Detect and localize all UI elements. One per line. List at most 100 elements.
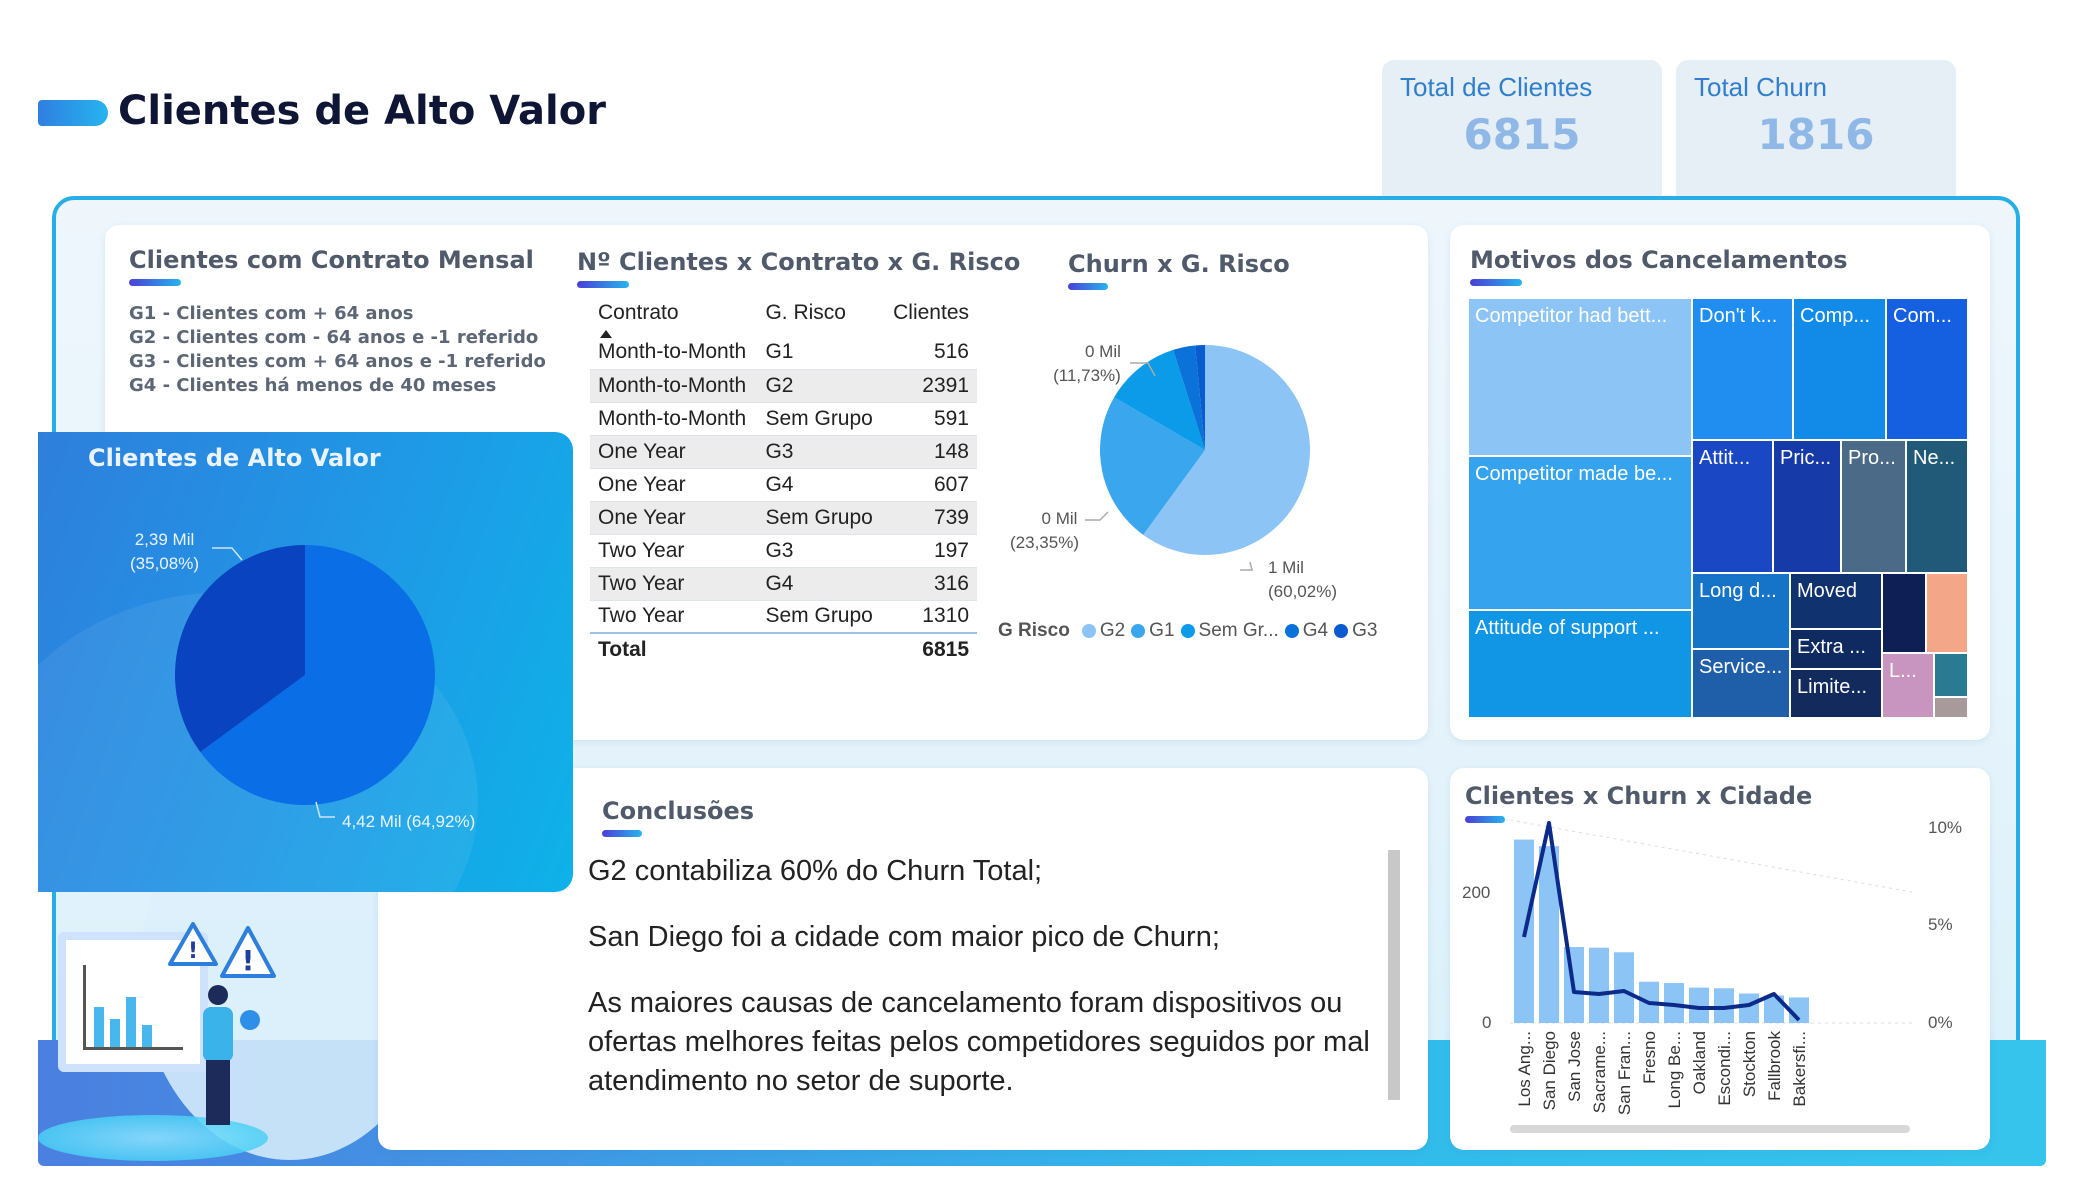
cell-clientes: 591: [883, 402, 977, 436]
city-bar[interactable]: [1589, 947, 1609, 1023]
contract-table: Contrato G. Risco Clientes Month-to-Mont…: [590, 290, 977, 666]
alto-valor-pie[interactable]: [160, 530, 450, 820]
cell-contrato: Two Year: [590, 600, 758, 634]
alto-valor-title: Clientes de Alto Valor: [88, 444, 381, 472]
city-x-label: Los Ang...: [1515, 1031, 1534, 1107]
table-row: Month-to-Month G2 2391: [590, 369, 977, 403]
legend-item-g3[interactable]: G3: [1334, 620, 1378, 642]
cell-grisco: G4: [757, 567, 884, 601]
legend-title: G Risco: [998, 620, 1070, 641]
treemap-cell[interactable]: Pric...: [1773, 440, 1841, 573]
treemap-cell[interactable]: Don't k...: [1692, 298, 1793, 440]
col-grisco-header[interactable]: G. Risco: [757, 290, 883, 336]
title-bar-icon: [38, 100, 108, 126]
alto-label-a-pct: (35,08%): [130, 554, 199, 573]
treemap-cell[interactable]: Limite...: [1790, 669, 1882, 718]
treemap-cell[interactable]: Competitor had bett...: [1468, 298, 1692, 456]
col-contrato-label: Contrato: [598, 301, 679, 324]
motivos-title: Motivos dos Cancelamentos: [1470, 246, 1848, 274]
treemap-cell[interactable]: Comp...: [1793, 298, 1886, 440]
col-clientes-header[interactable]: Clientes: [883, 290, 977, 336]
alto-label-a: 2,39 Mil (35,08%): [130, 528, 199, 576]
treemap-cell[interactable]: Pro...: [1841, 440, 1906, 573]
treemap-cell[interactable]: [1926, 573, 1968, 653]
cell-contrato: One Year: [590, 501, 758, 535]
churn-label-left: 0 Mil (23,35%): [1010, 507, 1079, 555]
legend-item-sem-grupo[interactable]: Sem Gr...: [1180, 620, 1279, 642]
cell-clientes: 516: [883, 336, 977, 370]
churn-label-top-value: 0 Mil: [1085, 342, 1121, 361]
treemap-cell[interactable]: Attit...: [1692, 440, 1773, 573]
table-row: Two Year G3 197: [590, 534, 977, 568]
leader-left: [1085, 511, 1109, 521]
cell-contrato: One Year: [590, 435, 758, 469]
treemap-cell[interactable]: Attitude of support ...: [1468, 610, 1692, 718]
mensal-group-g1: G1 - Clientes com + 64 anos: [129, 303, 414, 324]
cell-contrato: Month-to-Month: [590, 402, 758, 436]
table-row: Two Year Sem Grupo 1310: [590, 600, 977, 634]
city-x-label: San Jose: [1565, 1031, 1584, 1102]
total-empty: [757, 632, 884, 666]
conclusoes-title: Conclusões: [602, 797, 755, 825]
cell-grisco: G3: [757, 435, 884, 469]
treemap-cell[interactable]: Moved: [1790, 573, 1882, 629]
legend-label: G3: [1352, 620, 1378, 641]
cidade-hscrollbar[interactable]: [1510, 1125, 1910, 1133]
city-x-label: San Diego: [1540, 1031, 1559, 1110]
cell-clientes: 197: [883, 534, 977, 568]
col-contrato-header[interactable]: Contrato: [590, 290, 757, 338]
treemap-cell[interactable]: Ne...: [1906, 440, 1968, 573]
treemap-cell[interactable]: [1934, 697, 1968, 718]
leader-a: [212, 547, 243, 561]
treemap-cell[interactable]: L...: [1882, 653, 1934, 718]
churn-risco-accent: [1068, 283, 1108, 290]
mensal-title: Clientes com Contrato Mensal: [129, 246, 534, 274]
treemap-cell[interactable]: Service...: [1692, 649, 1790, 718]
mensal-group-g3: G3 - Clientes com + 64 anos e -1 referid…: [129, 351, 546, 372]
cell-grisco: Sem Grupo: [757, 600, 884, 634]
churn-risco-title: Churn x G. Risco: [1068, 250, 1290, 278]
cidade-combo-chart[interactable]: Los Ang... San Diego San Jose Sacrame... San…: [1510, 820, 1920, 1130]
cell-contrato: One Year: [590, 468, 758, 502]
motivos-treemap: Competitor had bett... Don't k... Comp..…: [1468, 298, 1968, 718]
mensal-groups: G1 - Clientes com + 64 anos G2 - Cliente…: [129, 302, 546, 398]
treemap-cell[interactable]: Com...: [1886, 298, 1968, 440]
city-x-label: San Fran...: [1615, 1031, 1634, 1115]
treemap-cell[interactable]: Long d...: [1692, 573, 1790, 649]
treemap-cell[interactable]: [1882, 573, 1926, 653]
cell-clientes: 2391: [883, 369, 977, 403]
legend-label: G1: [1149, 620, 1175, 641]
kpi-value: 1816: [1757, 110, 1875, 159]
svg-text:!: !: [188, 939, 198, 964]
table-row: Two Year G4 316: [590, 567, 977, 601]
svg-text:!: !: [242, 944, 255, 977]
city-x-label: Oakland: [1690, 1031, 1709, 1094]
treemap-cell[interactable]: [1934, 653, 1968, 697]
cidade-y-tick: 0: [1482, 1013, 1492, 1032]
person-figure: [198, 985, 238, 1135]
cell-contrato: Month-to-Month: [590, 336, 758, 370]
legend-item-g1[interactable]: G1: [1131, 620, 1175, 642]
cidade-y2-tick: 10%: [1928, 818, 1963, 837]
cell-clientes: 316: [883, 567, 977, 601]
city-bar[interactable]: [1739, 993, 1759, 1023]
kpi-total-churn: Total Churn 1816: [1676, 60, 1956, 200]
treemap-cell[interactable]: Extra ...: [1790, 629, 1882, 669]
churn-label-left-pct: (23,35%): [1010, 533, 1079, 552]
city-bar[interactable]: [1614, 952, 1634, 1023]
churn-label-right-value: 1 Mil: [1268, 558, 1304, 577]
conclusoes-scrollbar[interactable]: [1388, 850, 1400, 1100]
churn-label-top: 0 Mil (11,73%): [1053, 340, 1121, 388]
city-x-label: Fallbrook: [1765, 1031, 1784, 1101]
cidade-y2-tick: 0%: [1928, 1013, 1953, 1032]
cell-contrato: Two Year: [590, 534, 758, 568]
legend-item-g4[interactable]: G4: [1284, 620, 1328, 642]
city-x-label: Bakersfi...: [1790, 1031, 1809, 1107]
tabela-accent: [577, 281, 629, 288]
treemap-cell[interactable]: Competitor made be...: [1468, 456, 1692, 610]
legend-item-g2[interactable]: G2: [1081, 620, 1125, 642]
dashboard-canvas: { "page": { "title": "Clientes de Alto V…: [0, 0, 2075, 1200]
conclusoes-accent: [602, 830, 642, 837]
churn-label-right-pct: (60,02%): [1268, 582, 1337, 601]
cidade-accent: [1465, 816, 1505, 823]
